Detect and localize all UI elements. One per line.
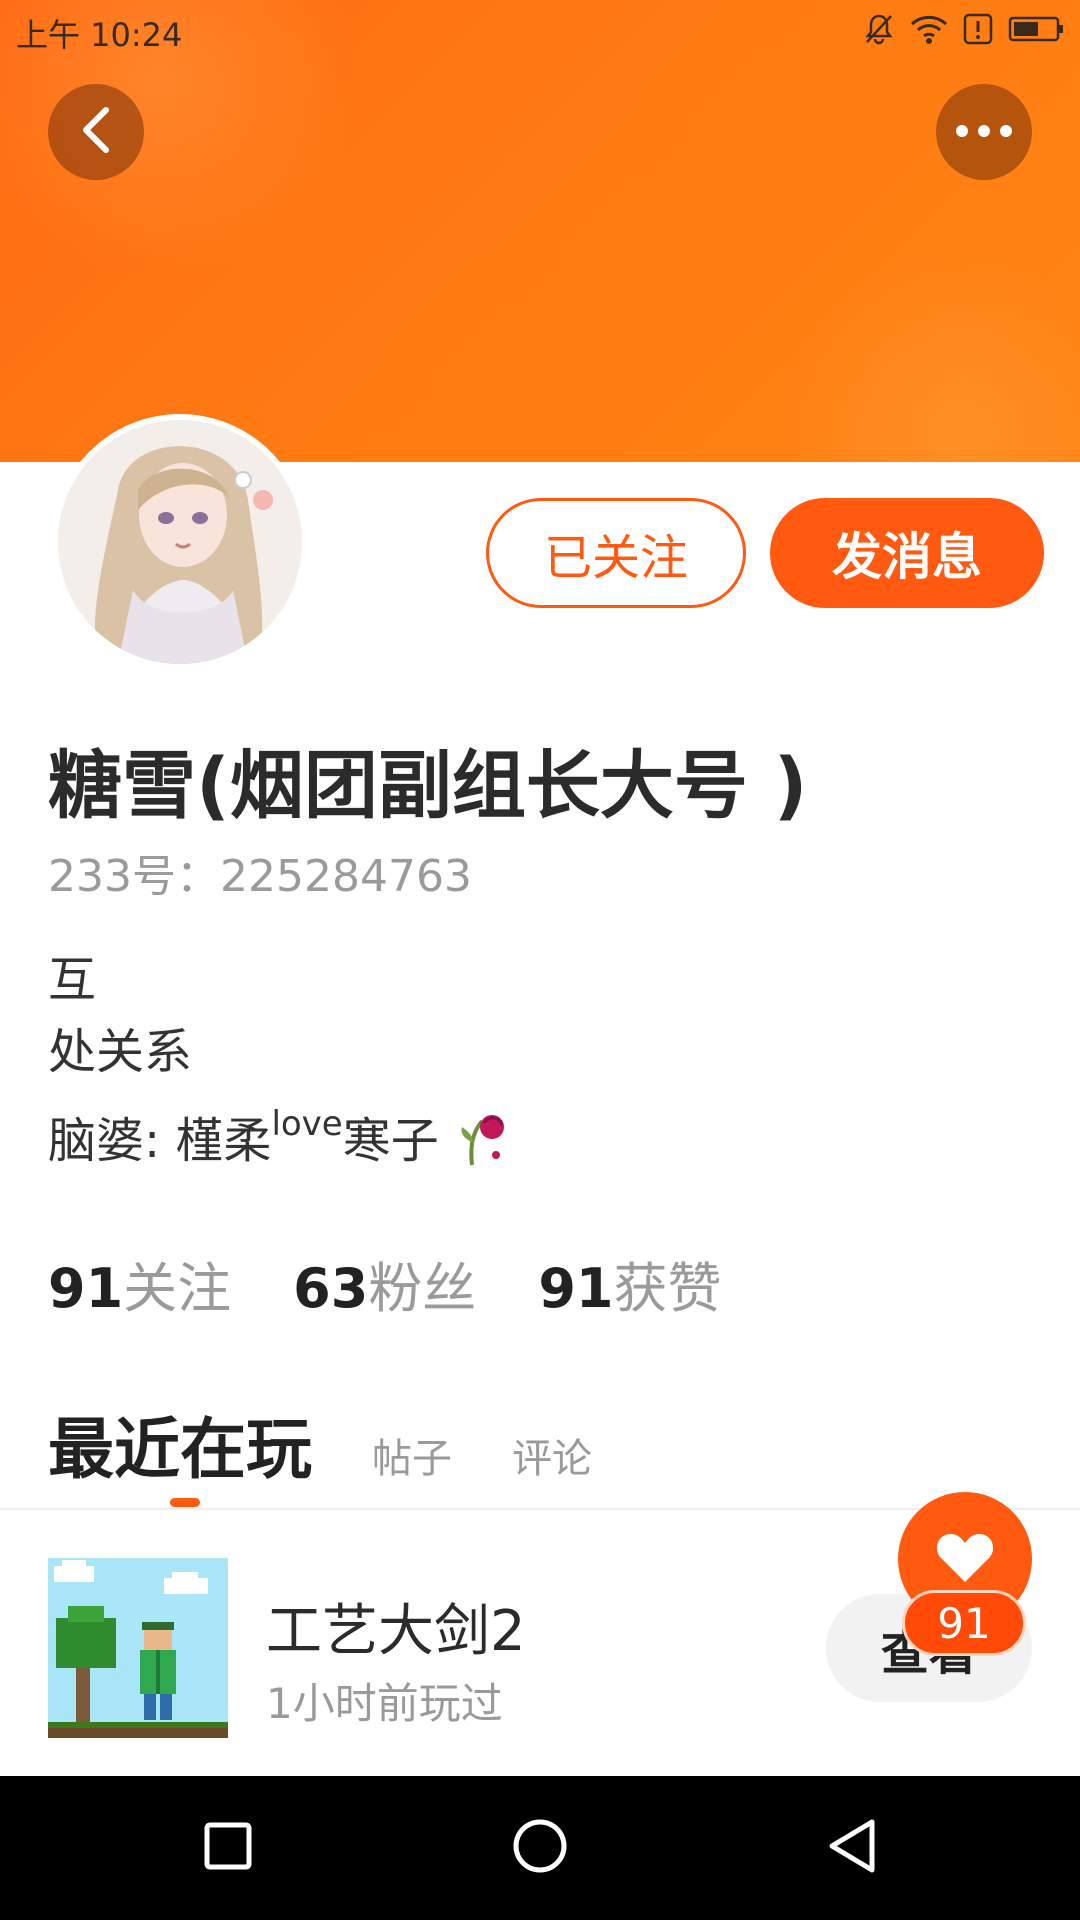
stat-value: 91 (48, 1257, 124, 1320)
send-message-button[interactable]: 发消息 (770, 498, 1044, 608)
profile-bio: 互 处关系 脑婆: 槿柔love寒子 (48, 944, 514, 1177)
stat-label: 获赞 (613, 1257, 722, 1320)
bio-text: 寒子 (342, 1113, 439, 1169)
wifi-icon (910, 13, 948, 49)
battery-icon (1008, 14, 1066, 48)
banner-decoration (780, 250, 1080, 462)
alert-icon (962, 12, 994, 50)
status-icons (862, 12, 1066, 50)
bio-sup-text: love (271, 1104, 343, 1144)
avatar-image (58, 420, 302, 664)
game-title[interactable]: 工艺大剑2 (266, 1586, 526, 1667)
tab-posts[interactable]: 帖子 (372, 1426, 452, 1492)
bio-line: 互 (48, 952, 97, 1008)
chevron-left-icon (76, 104, 116, 160)
like-count-badge: 91 (902, 1590, 1026, 1656)
bio-line: 处关系 (48, 1024, 193, 1080)
bio-text: 脑婆: 槿柔 (48, 1113, 272, 1169)
status-time: 上午 10:24 (16, 16, 183, 54)
bio-line: 脑婆: 槿柔love寒子 (48, 1088, 514, 1177)
recent-apps-icon (203, 1821, 253, 1875)
bell-muted-icon (862, 12, 896, 50)
stat-following[interactable]: 91关注 (48, 1244, 231, 1323)
profile-tabs: 最近在玩 帖子 评论 (48, 1396, 592, 1492)
stat-fans[interactable]: 63粉丝 (293, 1244, 476, 1323)
tab-comments[interactable]: 评论 (512, 1426, 592, 1492)
stat-value: 63 (293, 1257, 369, 1320)
more-horizontal-icon (954, 123, 1014, 142)
profile-banner (0, 0, 1080, 462)
stat-likes[interactable]: 91获赞 (538, 1244, 721, 1323)
stat-value: 91 (538, 1257, 614, 1320)
profile-uid: 233号：225284763 (48, 851, 472, 902)
tab-recently-played[interactable]: 最近在玩 (48, 1396, 312, 1492)
home-icon (512, 1818, 568, 1878)
back-button[interactable] (48, 84, 144, 180)
profile-nickname: 糖雪(烟团副组长大号 ) (48, 743, 808, 829)
back-nav-button[interactable] (780, 1776, 924, 1920)
game-last-played: 1小时前玩过 (266, 1679, 503, 1728)
home-button[interactable] (468, 1776, 612, 1920)
following-button[interactable]: 已关注 (486, 498, 746, 608)
active-tab-indicator (170, 1498, 200, 1507)
stat-label: 关注 (123, 1257, 232, 1320)
stat-label: 粉丝 (368, 1257, 477, 1320)
recent-apps-button[interactable] (156, 1776, 300, 1920)
wilted-rose-icon (454, 1103, 514, 1167)
game-icon[interactable] (48, 1558, 228, 1738)
navigation-bar (0, 1776, 1080, 1920)
heart-icon (935, 1530, 995, 1588)
avatar[interactable] (52, 414, 308, 670)
back-icon (826, 1818, 878, 1878)
profile-stats: 91关注 63粉丝 91获赞 (48, 1244, 721, 1323)
more-button[interactable] (936, 84, 1032, 180)
status-bar: 上午 10:24 (0, 0, 1080, 60)
